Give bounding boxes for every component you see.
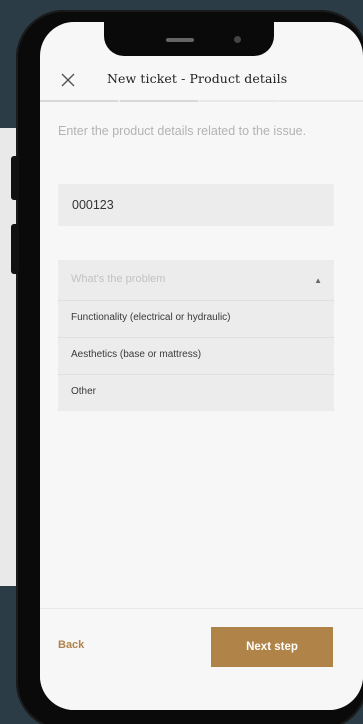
next-step-button[interactable]: Next step (211, 627, 333, 667)
phone-notch (104, 22, 274, 56)
step-progress-bar (40, 100, 363, 102)
progress-step (280, 100, 363, 102)
phone-side-button (11, 156, 19, 200)
close-button[interactable] (58, 70, 78, 90)
form-content: Enter the product details related to the… (58, 122, 334, 411)
front-camera (234, 36, 241, 43)
progress-step (200, 100, 278, 102)
progress-step (120, 100, 198, 102)
phone-screen: New ticket - Product details Enter the p… (40, 22, 363, 710)
option-label: Other (71, 386, 97, 397)
product-number-field (58, 184, 334, 226)
dropdown-option-functionality[interactable]: Functionality (electrical or hydraulic) (58, 300, 334, 337)
option-label: Aesthetics (base or mattress) (71, 349, 202, 360)
select-placeholder: What's the problem (71, 273, 166, 285)
progress-step (40, 100, 118, 102)
dropdown-option-aesthetics[interactable]: Aesthetics (base or mattress) (58, 337, 334, 374)
form-intro: Enter the product details related to the… (58, 124, 307, 138)
option-label: Functionality (electrical or hydraulic) (71, 312, 231, 323)
phone-side-button (11, 224, 19, 274)
dropdown-option-other[interactable]: Other (58, 374, 334, 411)
footer-actions: Back Next step (40, 608, 363, 710)
product-number-input[interactable] (58, 184, 322, 226)
problem-dropdown: What's the problem ▲ Functionality (elec… (58, 260, 334, 411)
caret-up-icon: ▲ (314, 276, 322, 285)
app-stage: New ticket - Product details Enter the p… (0, 0, 363, 724)
page-header: New ticket - Product details (40, 66, 363, 101)
back-button[interactable]: Back (58, 639, 84, 651)
page-title: New ticket - Product details (107, 71, 288, 86)
close-icon (61, 73, 75, 87)
problem-select[interactable]: What's the problem ▲ (58, 260, 334, 300)
speaker-grille (166, 38, 194, 42)
